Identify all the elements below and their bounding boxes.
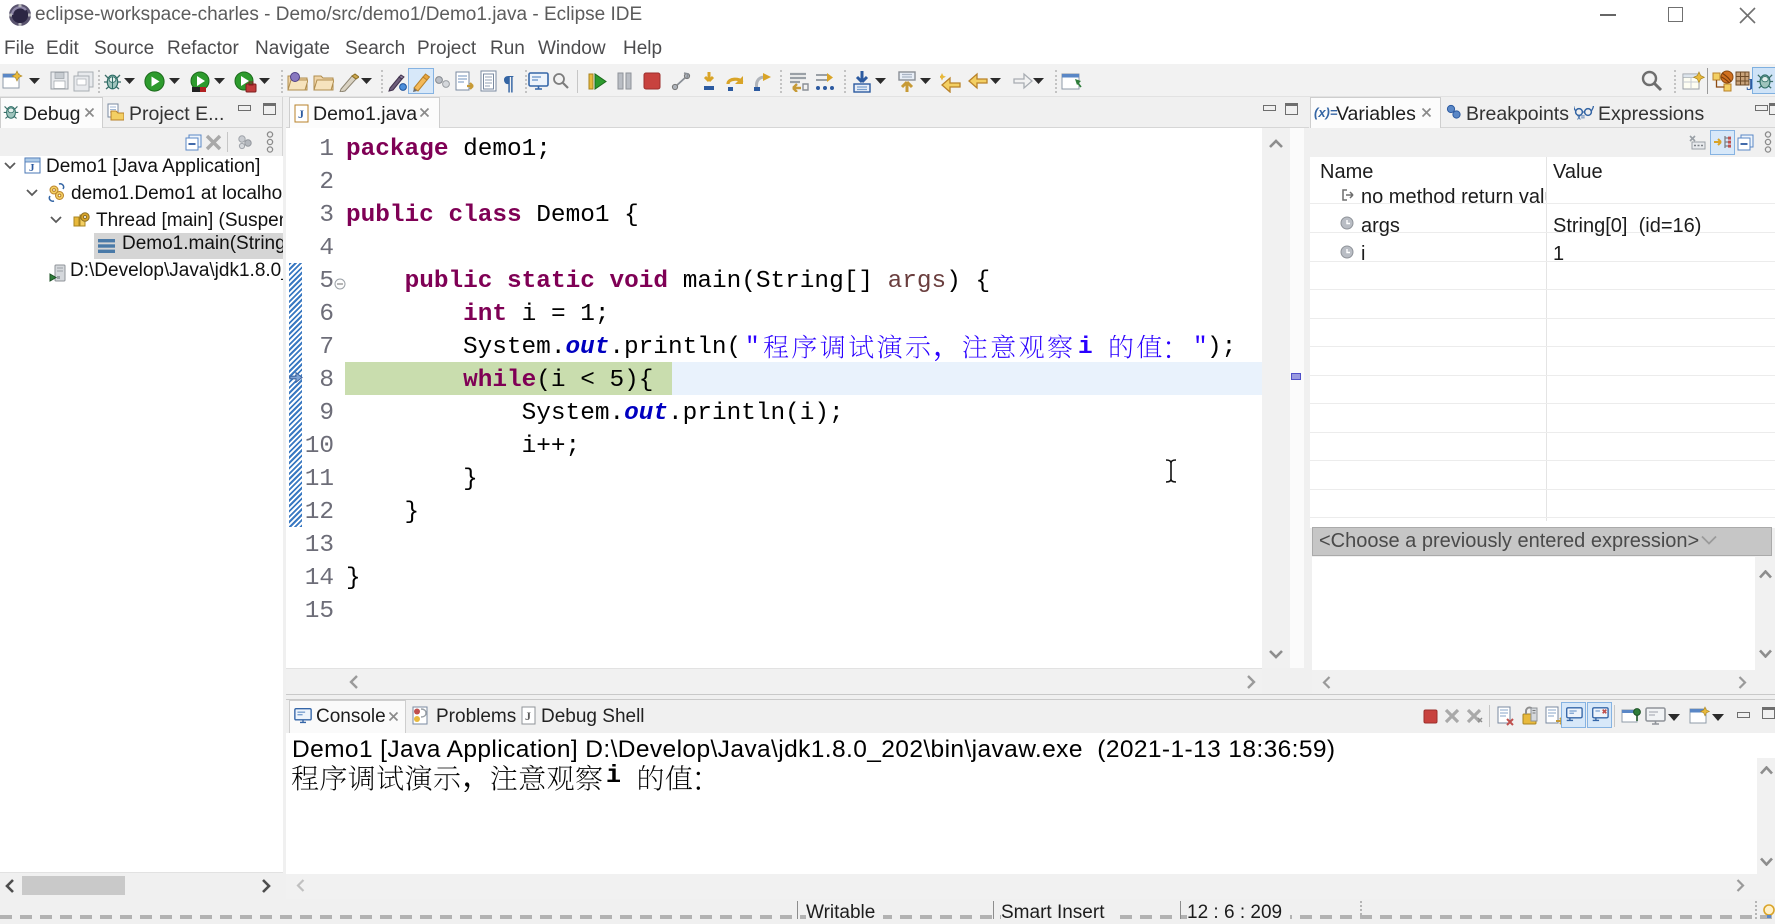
svg-text:x=: x= — [1577, 115, 1585, 121]
svg-text:J: J — [29, 162, 35, 174]
svg-text:J: J — [525, 709, 531, 723]
svg-text:J: J — [298, 107, 304, 121]
